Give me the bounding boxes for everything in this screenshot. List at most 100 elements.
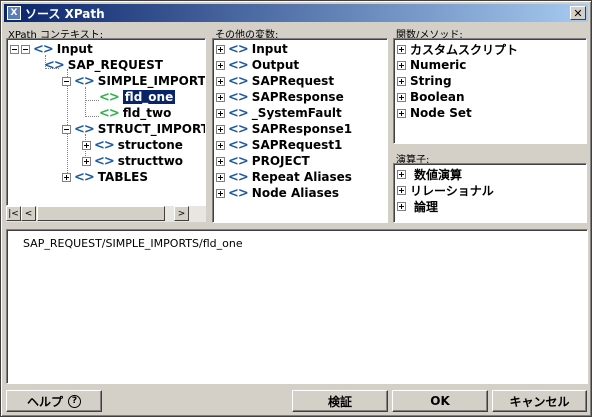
operator-item-label: 数値演算 — [414, 167, 463, 182]
expand-icon[interactable] — [397, 76, 406, 86]
operator-item-numeric[interactable]: 数値演算 — [397, 166, 462, 182]
node-icon: <> — [228, 169, 249, 185]
function-item-node-set[interactable]: Node Set — [397, 105, 472, 121]
tree-node-sap-request[interactable]: <> SAP_REQUEST — [41, 57, 163, 73]
expand-icon[interactable] — [216, 188, 225, 198]
var-item-project[interactable]: <> PROJECT — [216, 153, 310, 169]
var-item-sapresponse1[interactable]: <> SAPResponse1 — [216, 121, 352, 137]
functions-list[interactable]: カスタムスクリプト Numeric String Boolean Node Se… — [393, 38, 587, 144]
horizontal-scrollbar[interactable]: |< < > — [6, 206, 206, 222]
operators-list[interactable]: 数値演算 リレーショナル 論理 — [393, 163, 587, 223]
expand-icon[interactable] — [397, 108, 406, 118]
function-item-numeric[interactable]: Numeric — [397, 57, 466, 73]
collapse-icon[interactable] — [10, 44, 19, 54]
node-icon: <> — [228, 121, 249, 137]
var-item-label: SAPRequest — [251, 74, 335, 88]
expand-icon[interactable] — [216, 60, 225, 70]
var-item-repeat-aliases[interactable]: <> Repeat Aliases — [216, 169, 352, 185]
expand-icon[interactable] — [82, 156, 91, 166]
collapse-icon[interactable] — [62, 76, 71, 86]
node-icon: <> — [228, 185, 249, 201]
node-icon: <> — [228, 73, 249, 89]
xpath-dialog: X ソース XPath ✕ XPath コンテキスト: <> Input <> … — [0, 0, 592, 417]
var-item-label: Repeat Aliases — [251, 170, 352, 184]
expand-icon[interactable] — [216, 124, 225, 134]
var-item-systemfault[interactable]: <> _SystemFault — [216, 105, 342, 121]
expand-icon[interactable] — [216, 44, 225, 54]
tree-node-fld-one[interactable]: <> fld_one — [96, 89, 176, 105]
cancel-button[interactable]: キャンセル — [492, 390, 587, 412]
scroll-left-button[interactable]: < — [21, 206, 36, 221]
expand-icon[interactable] — [216, 156, 225, 166]
node-icon: <> — [33, 41, 54, 57]
function-item-label: Node Set — [410, 106, 472, 120]
operator-item-logical[interactable]: 論理 — [397, 198, 438, 214]
tree-node-label: fld_two — [122, 106, 172, 120]
expand-icon[interactable] — [397, 169, 406, 179]
xpath-expression-text[interactable]: SAP_REQUEST/SIMPLE_IMPORTS/fld_one — [23, 237, 243, 250]
tree-node-label: SAP_REQUEST — [67, 58, 163, 72]
node-icon: <> — [94, 153, 115, 169]
expand-icon[interactable] — [216, 92, 225, 102]
tree-node-structtwo[interactable]: <> structtwo — [82, 153, 183, 169]
expand-icon[interactable] — [397, 201, 406, 211]
expand-icon[interactable] — [82, 140, 91, 150]
var-item-label: PROJECT — [251, 154, 310, 168]
function-item-boolean[interactable]: Boolean — [397, 89, 465, 105]
tree-node-struct-imports[interactable]: <> STRUCT_IMPORTS — [62, 121, 205, 137]
title-bar: X ソース XPath ✕ — [4, 4, 588, 22]
collapse-icon[interactable] — [62, 124, 71, 134]
tree-node-tables[interactable]: <> TABLES — [62, 169, 148, 185]
tree-node-simple-imports[interactable]: <> SIMPLE_IMPORTS — [62, 73, 205, 89]
expand-icon[interactable] — [397, 44, 406, 54]
expand-icon[interactable] — [216, 140, 225, 150]
function-item-custom-script[interactable]: カスタムスクリプト — [397, 41, 518, 57]
var-item-saprequest1[interactable]: <> SAPRequest1 — [216, 137, 342, 153]
function-item-string[interactable]: String — [397, 73, 452, 89]
collapse-icon[interactable] — [21, 44, 30, 54]
tree-node-label-selected: fld_one — [122, 90, 176, 104]
tree-node-structone[interactable]: <> structone — [82, 137, 183, 153]
tree-node-fld-two[interactable]: <> fld_two — [96, 105, 171, 121]
var-item-label: SAPResponse1 — [251, 122, 353, 136]
var-item-label: _SystemFault — [251, 106, 342, 120]
tree-node-label: structtwo — [117, 154, 184, 168]
scrollbar-thumb[interactable] — [37, 206, 165, 221]
function-item-label: String — [410, 74, 452, 88]
var-item-label: Input — [251, 42, 288, 56]
tree-node-label: structone — [117, 138, 183, 152]
var-item-input[interactable]: <> Input — [216, 41, 288, 57]
scroll-right-button[interactable]: > — [174, 206, 189, 221]
expand-icon[interactable] — [216, 108, 225, 118]
expand-icon[interactable] — [397, 92, 406, 102]
validate-button[interactable]: 検証 — [292, 390, 388, 412]
help-button[interactable]: ヘルプ ? — [6, 390, 102, 412]
node-icon: <> — [94, 137, 115, 153]
xpath-expression-editor[interactable] — [6, 229, 588, 384]
window-title: ソース XPath — [25, 6, 105, 21]
expand-icon[interactable] — [216, 172, 225, 182]
other-vars-list[interactable]: <> Input <> Output <> SAPRequest <> SAPR… — [212, 38, 388, 223]
tree-node-input[interactable]: <> Input — [10, 41, 93, 57]
var-item-label: Output — [251, 58, 300, 72]
var-item-output[interactable]: <> Output — [216, 57, 299, 73]
close-button[interactable]: ✕ — [570, 6, 586, 20]
node-icon: <> — [228, 153, 249, 169]
var-item-saprequest[interactable]: <> SAPRequest — [216, 73, 334, 89]
expand-icon[interactable] — [397, 185, 406, 195]
expand-icon[interactable] — [397, 60, 406, 70]
var-item-sapresponse[interactable]: <> SAPResponse — [216, 89, 344, 105]
xpath-context-tree[interactable]: <> Input <> SAP_REQUEST <> SIMPLE_IMPORT… — [6, 38, 206, 206]
operator-item-relational[interactable]: リレーショナル — [397, 182, 494, 198]
expand-icon[interactable] — [216, 76, 225, 86]
node-icon: <> — [44, 57, 65, 73]
scroll-left-end-button[interactable]: |< — [6, 206, 21, 221]
ok-button[interactable]: OK — [392, 390, 488, 412]
function-item-label: Numeric — [410, 58, 467, 72]
node-icon: <> — [228, 137, 249, 153]
node-icon: <> — [228, 41, 249, 57]
expand-icon[interactable] — [62, 172, 71, 182]
leaf-node-icon: <> — [99, 89, 120, 105]
tree-node-label: TABLES — [97, 170, 148, 184]
var-item-node-aliases[interactable]: <> Node Aliases — [216, 185, 339, 201]
